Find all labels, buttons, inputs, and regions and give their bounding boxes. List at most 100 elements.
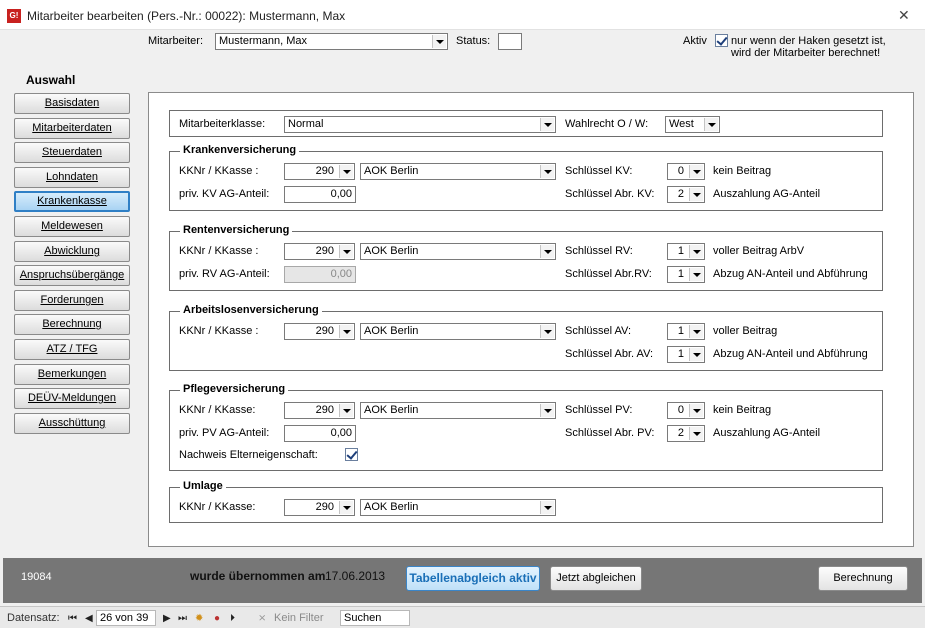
sidebar-item-berechnung[interactable]: Berechnung xyxy=(14,314,130,335)
chevron-down-icon[interactable] xyxy=(689,188,703,201)
chevron-down-icon[interactable] xyxy=(689,325,703,338)
kv-key1-select[interactable]: 0 xyxy=(667,163,705,180)
close-icon[interactable]: ✕ xyxy=(898,7,910,24)
umlage-kknr-select[interactable]: 290 xyxy=(284,499,355,516)
sidebar-item-atz-tfg[interactable]: ATZ / TFG xyxy=(14,339,130,360)
tabellenabgleich-button[interactable]: Tabellenabgleich aktiv xyxy=(406,566,540,591)
av-kasse-select[interactable]: AOK Berlin xyxy=(360,323,556,340)
record-position-field[interactable]: 26 von 39 xyxy=(96,610,156,626)
av-kknr-select[interactable]: 290 xyxy=(284,323,355,340)
chevron-down-icon[interactable] xyxy=(704,118,718,131)
mitarbeiter-select[interactable]: Mustermann, Max xyxy=(215,33,448,50)
chevron-down-icon[interactable] xyxy=(540,404,554,417)
rv-ag-label: priv. RV AG-Anteil: xyxy=(179,268,270,280)
rv-kknr-value: 290 xyxy=(315,245,334,257)
zoom-icon[interactable]: ⏵ xyxy=(230,613,235,624)
pv-kasse-select[interactable]: AOK Berlin xyxy=(360,402,556,419)
chevron-down-icon[interactable] xyxy=(689,165,703,178)
chevron-down-icon[interactable] xyxy=(540,165,554,178)
mitarbeiter-value: Mustermann, Max xyxy=(219,35,308,47)
rv-key2-select[interactable]: 1 xyxy=(667,266,705,283)
chevron-down-icon[interactable] xyxy=(432,35,446,48)
chevron-down-icon[interactable] xyxy=(689,245,703,258)
filter-icon[interactable]: ⨯ xyxy=(258,613,266,624)
chevron-down-icon[interactable] xyxy=(339,404,353,417)
search-input[interactable]: Suchen xyxy=(340,610,410,626)
chevron-down-icon[interactable] xyxy=(540,501,554,514)
jetzt-abgleichen-button[interactable]: Jetzt abgleichen xyxy=(550,566,642,591)
pv-kk-label: KKNr / KKasse: xyxy=(179,404,256,416)
kv-key2-value: 2 xyxy=(677,188,684,200)
sidebar-item-ausschuettung[interactable]: Ausschüttung xyxy=(14,413,130,434)
rv-key1-select[interactable]: 1 xyxy=(667,243,705,260)
sidebar-item-lohndaten[interactable]: Lohndaten xyxy=(14,167,130,188)
sidebar-item-krankenkasse[interactable]: Krankenkasse xyxy=(14,191,130,212)
chevron-down-icon[interactable] xyxy=(689,427,703,440)
rv-ag-field: 0,00 xyxy=(284,266,356,283)
chevron-down-icon[interactable] xyxy=(540,118,554,131)
sidebar-item-steuerdaten[interactable]: Steuerdaten xyxy=(14,142,130,163)
kv-kasse-select[interactable]: AOK Berlin xyxy=(360,163,556,180)
rv-kk-label: KKNr / KKasse : xyxy=(179,245,259,257)
next-record-icon[interactable]: ▶ xyxy=(163,613,171,624)
klasse-select[interactable]: Normal xyxy=(284,116,556,133)
umlage-kknr-value: 290 xyxy=(315,501,334,513)
aktiv-hint-line2: wird der Mitarbeiter berechnet! xyxy=(731,47,881,59)
rv-kasse-value: AOK Berlin xyxy=(364,245,419,257)
kv-kknr-select[interactable]: 290 xyxy=(284,163,355,180)
chevron-down-icon[interactable] xyxy=(689,268,703,281)
av-kasse-value: AOK Berlin xyxy=(364,325,419,337)
wahlrecht-select[interactable]: West xyxy=(665,116,720,133)
umlage-kasse-select[interactable]: AOK Berlin xyxy=(360,499,556,516)
sidebar-item-forderungen[interactable]: Forderungen xyxy=(14,290,130,311)
pv-key2-select[interactable]: 2 xyxy=(667,425,705,442)
first-record-icon[interactable]: ⏮ xyxy=(68,613,77,624)
chevron-down-icon[interactable] xyxy=(540,325,554,338)
filter-label[interactable]: Kein Filter xyxy=(274,612,324,624)
sidebar-item-deuev-meldungen[interactable]: DEÜV-Meldungen xyxy=(14,388,130,409)
sidebar-item-basisdaten[interactable]: Basisdaten xyxy=(14,93,130,114)
window-title: Mitarbeiter bearbeiten (Pers.-Nr.: 00022… xyxy=(27,9,346,23)
av-key1-select[interactable]: 1 xyxy=(667,323,705,340)
chevron-down-icon[interactable] xyxy=(339,325,353,338)
pv-ag-label: priv. PV AG-Anteil: xyxy=(179,427,270,439)
sidebar-item-meldewesen[interactable]: Meldewesen xyxy=(14,216,130,237)
pv-ag-field[interactable]: 0,00 xyxy=(284,425,356,442)
pv-eltern-checkbox[interactable] xyxy=(345,448,358,461)
rv-kasse-select[interactable]: AOK Berlin xyxy=(360,243,556,260)
sidebar-item-bemerkungen[interactable]: Bemerkungen xyxy=(14,364,130,385)
kv-key1-text: kein Beitrag xyxy=(713,165,772,177)
kv-key2-select[interactable]: 2 xyxy=(667,186,705,203)
previous-record-icon[interactable]: ◀ xyxy=(85,613,93,624)
umlage-kk-label: KKNr / KKasse: xyxy=(179,501,256,513)
sidebar-item-abwicklung[interactable]: Abwicklung xyxy=(14,241,130,262)
pv-key1-label: Schlüssel PV: xyxy=(565,404,633,416)
av-key2-value: 1 xyxy=(677,348,684,360)
status-field[interactable] xyxy=(498,33,522,50)
sidebar-item-anspruchsuebergaenge[interactable]: Anspruchsübergänge xyxy=(14,265,130,286)
chevron-down-icon[interactable] xyxy=(339,245,353,258)
chevron-down-icon[interactable] xyxy=(689,348,703,361)
chevron-down-icon[interactable] xyxy=(689,404,703,417)
pv-key1-select[interactable]: 0 xyxy=(667,402,705,419)
av-key2-select[interactable]: 1 xyxy=(667,346,705,363)
pv-title: Pflegeversicherung xyxy=(180,383,289,395)
delete-record-icon[interactable]: ● xyxy=(214,613,220,624)
sidebar-item-mitarbeiterdaten[interactable]: Mitarbeiterdaten xyxy=(14,118,130,139)
new-record-icon[interactable]: ✹ xyxy=(195,613,203,624)
av-key1-text: voller Beitrag xyxy=(713,325,778,337)
pv-kknr-select[interactable]: 290 xyxy=(284,402,355,419)
rv-kknr-select[interactable]: 290 xyxy=(284,243,355,260)
chevron-down-icon[interactable] xyxy=(540,245,554,258)
aktiv-hint-line1: nur wenn der Haken gesetzt ist, xyxy=(731,35,886,47)
rv-group: Rentenversicherung KKNr / KKasse : 290 A… xyxy=(169,224,883,291)
chevron-down-icon[interactable] xyxy=(339,501,353,514)
kv-kasse-value: AOK Berlin xyxy=(364,165,419,177)
aktiv-checkbox[interactable] xyxy=(715,34,728,47)
last-record-icon[interactable]: ⏭ xyxy=(178,613,187,624)
berechnung-button[interactable]: Berechnung xyxy=(818,566,908,591)
kv-ag-field[interactable]: 0,00 xyxy=(284,186,356,203)
kv-title: Krankenversicherung xyxy=(180,144,300,156)
chevron-down-icon[interactable] xyxy=(339,165,353,178)
uebernommen-text: wurde übernommen am xyxy=(190,569,326,583)
